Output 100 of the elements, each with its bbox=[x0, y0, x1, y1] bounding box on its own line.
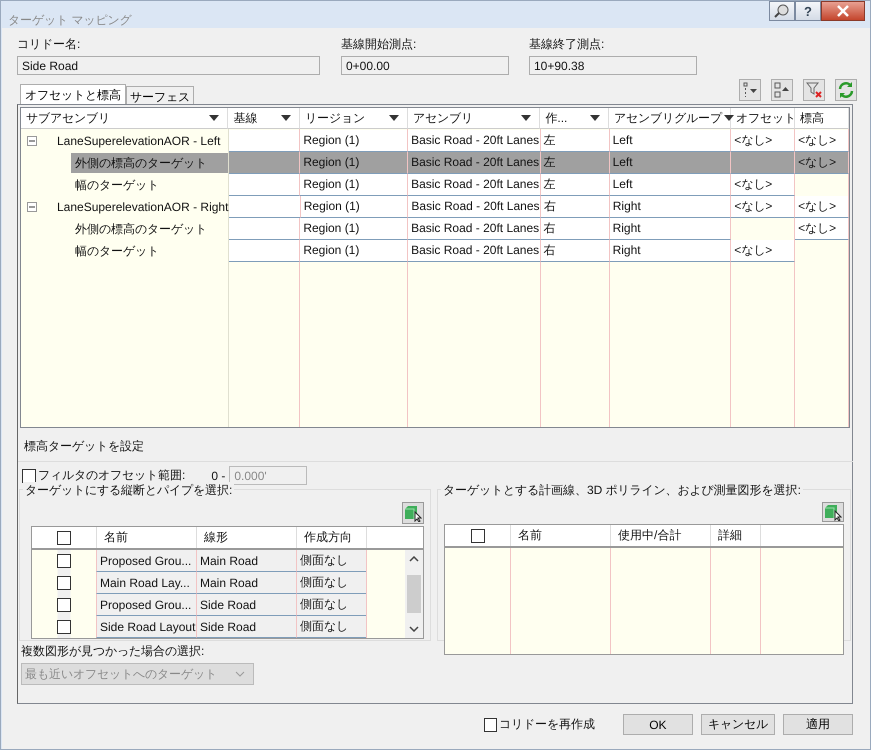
sort-arrow-icon bbox=[590, 115, 600, 121]
table-cell: Side Road Layout bbox=[96, 616, 196, 638]
table-cell: Right bbox=[610, 196, 732, 218]
table-cell: 右 bbox=[540, 240, 610, 262]
sort-arrow-icon bbox=[209, 115, 220, 121]
sort-arrow-icon bbox=[724, 115, 734, 121]
table-cell: Left bbox=[610, 130, 732, 152]
group-title: ターゲットとする計画線、3D ポリライン、および測量図形を選択: bbox=[441, 482, 804, 499]
table-cell: 側面なし bbox=[296, 594, 366, 616]
scroll-down-icon[interactable] bbox=[409, 626, 419, 632]
tree-item[interactable]: LaneSuperelevationAOR - Left bbox=[53, 131, 224, 151]
pick-button[interactable] bbox=[402, 502, 424, 524]
table-cell: <なし> bbox=[795, 218, 849, 240]
column-header[interactable]: 線形 bbox=[196, 527, 296, 548]
tree-item[interactable]: 外側の標高のターゲット bbox=[71, 219, 211, 239]
table-cell: Basic Road - 20ft Lanes bbox=[408, 152, 541, 174]
table-cell: Region (1) bbox=[300, 240, 408, 262]
tab[interactable]: オフセットと標高 bbox=[20, 84, 126, 104]
field-label: 基線開始測点: bbox=[341, 36, 418, 53]
dropdown-label: 複数図形が見つかった場合の選択: bbox=[21, 643, 206, 660]
chevron-down-icon bbox=[235, 671, 245, 677]
dialog-button[interactable]: キャンセル bbox=[700, 714, 775, 735]
group-title: ターゲットにする縦断とパイプを選択: bbox=[23, 482, 234, 499]
table-cell: Main Road bbox=[196, 550, 296, 572]
checkbox[interactable] bbox=[57, 530, 71, 544]
table-cell: Basic Road - 20ft Lanes bbox=[408, 240, 541, 262]
text-field[interactable]: Side Road bbox=[17, 56, 320, 75]
table-cell: Main Road bbox=[196, 572, 296, 594]
table-cell: Basic Road - 20ft Lanes bbox=[408, 218, 541, 240]
tree-item[interactable]: 幅のターゲット bbox=[71, 175, 163, 195]
table-cell: <なし> bbox=[795, 152, 849, 174]
checkbox[interactable] bbox=[484, 718, 497, 732]
table-cell: Region (1) bbox=[300, 152, 408, 174]
column-options-button[interactable] bbox=[739, 79, 761, 101]
table-cell: Left bbox=[610, 152, 732, 174]
table-cell: <なし> bbox=[795, 130, 849, 152]
range-label: 0 - bbox=[211, 468, 226, 482]
tree-item[interactable]: LaneSuperelevationAOR - Right bbox=[53, 197, 232, 217]
column-header[interactable]: 名前 bbox=[96, 527, 196, 548]
table-cell: Region (1) bbox=[300, 130, 408, 152]
text-field[interactable]: 0+00.00 bbox=[341, 56, 509, 75]
table-cell: Side Road bbox=[196, 616, 296, 638]
field-label: コリドー名: bbox=[17, 36, 82, 53]
checkbox-label: コリドーを再作成 bbox=[498, 716, 595, 733]
sort-arrow-icon bbox=[521, 115, 532, 121]
window-title: ターゲット マッピング bbox=[8, 12, 132, 29]
tree-expand-icon bbox=[774, 82, 790, 98]
table-cell: 側面なし bbox=[296, 550, 366, 572]
sort-arrow-icon bbox=[388, 115, 399, 121]
tree-item[interactable]: 外側の標高のターゲット bbox=[71, 153, 228, 173]
table-cell: <なし> bbox=[731, 174, 796, 196]
column-dropdown-icon bbox=[742, 82, 758, 98]
clear-filter-button[interactable] bbox=[803, 79, 825, 101]
help-button[interactable]: ? bbox=[795, 1, 821, 21]
column-header[interactable]: 作成方向 bbox=[296, 527, 366, 548]
field-label: 基線終了測点: bbox=[529, 36, 606, 53]
table-cell: Basic Road - 20ft Lanes bbox=[408, 130, 541, 152]
table-cell: Basic Road - 20ft Lanes bbox=[408, 174, 541, 196]
cube-cursor-icon bbox=[404, 504, 422, 522]
table-cell: Right bbox=[610, 218, 732, 240]
checkbox[interactable] bbox=[57, 576, 71, 590]
expand-button[interactable] bbox=[771, 79, 793, 101]
column-header[interactable]: 名前 bbox=[510, 525, 610, 546]
section-title: 標高ターゲットを設定 bbox=[18, 430, 853, 462]
collapse-icon[interactable] bbox=[27, 136, 37, 146]
checkbox[interactable] bbox=[57, 554, 71, 568]
table-cell: Proposed Grou... bbox=[96, 594, 196, 616]
refresh-icon bbox=[837, 81, 855, 99]
close-icon bbox=[837, 5, 849, 17]
table-cell: 右 bbox=[540, 218, 610, 240]
table-cell: 右 bbox=[540, 196, 610, 218]
collapse-icon[interactable] bbox=[27, 202, 37, 212]
refresh-button[interactable] bbox=[835, 79, 857, 101]
table-cell: Region (1) bbox=[300, 218, 408, 240]
column-header[interactable]: 使用中/合計 bbox=[610, 525, 710, 546]
cube-cursor-icon bbox=[824, 503, 842, 521]
table-cell: 左 bbox=[540, 152, 610, 174]
checkbox[interactable] bbox=[470, 528, 484, 542]
table-cell: Region (1) bbox=[300, 196, 408, 218]
table-cell: Left bbox=[610, 174, 732, 196]
tree-item[interactable]: 幅のターゲット bbox=[71, 241, 163, 261]
scroll-up-icon[interactable] bbox=[409, 556, 419, 562]
tab[interactable]: サーフェス bbox=[126, 86, 194, 104]
dialog-button[interactable]: OK bbox=[622, 714, 693, 735]
table-cell: 側面なし bbox=[296, 616, 366, 638]
table-cell: Side Road bbox=[196, 594, 296, 616]
text-field[interactable]: 10+90.38 bbox=[529, 56, 697, 75]
table-cell: <なし> bbox=[795, 196, 849, 218]
table-cell: <なし> bbox=[731, 240, 796, 262]
close-button[interactable] bbox=[821, 1, 865, 21]
table-cell: Main Road Lay... bbox=[96, 572, 196, 594]
checkbox[interactable] bbox=[57, 598, 71, 612]
dialog-button[interactable]: 適用 bbox=[782, 714, 854, 735]
checkbox[interactable] bbox=[57, 620, 71, 634]
pick-button[interactable] bbox=[822, 502, 844, 522]
filter-clear-icon bbox=[806, 82, 822, 98]
column-header[interactable]: 詳細 bbox=[710, 525, 760, 546]
table-cell: 左 bbox=[540, 174, 610, 196]
table-cell: 左 bbox=[540, 130, 610, 152]
scroll-thumb[interactable] bbox=[407, 575, 421, 613]
